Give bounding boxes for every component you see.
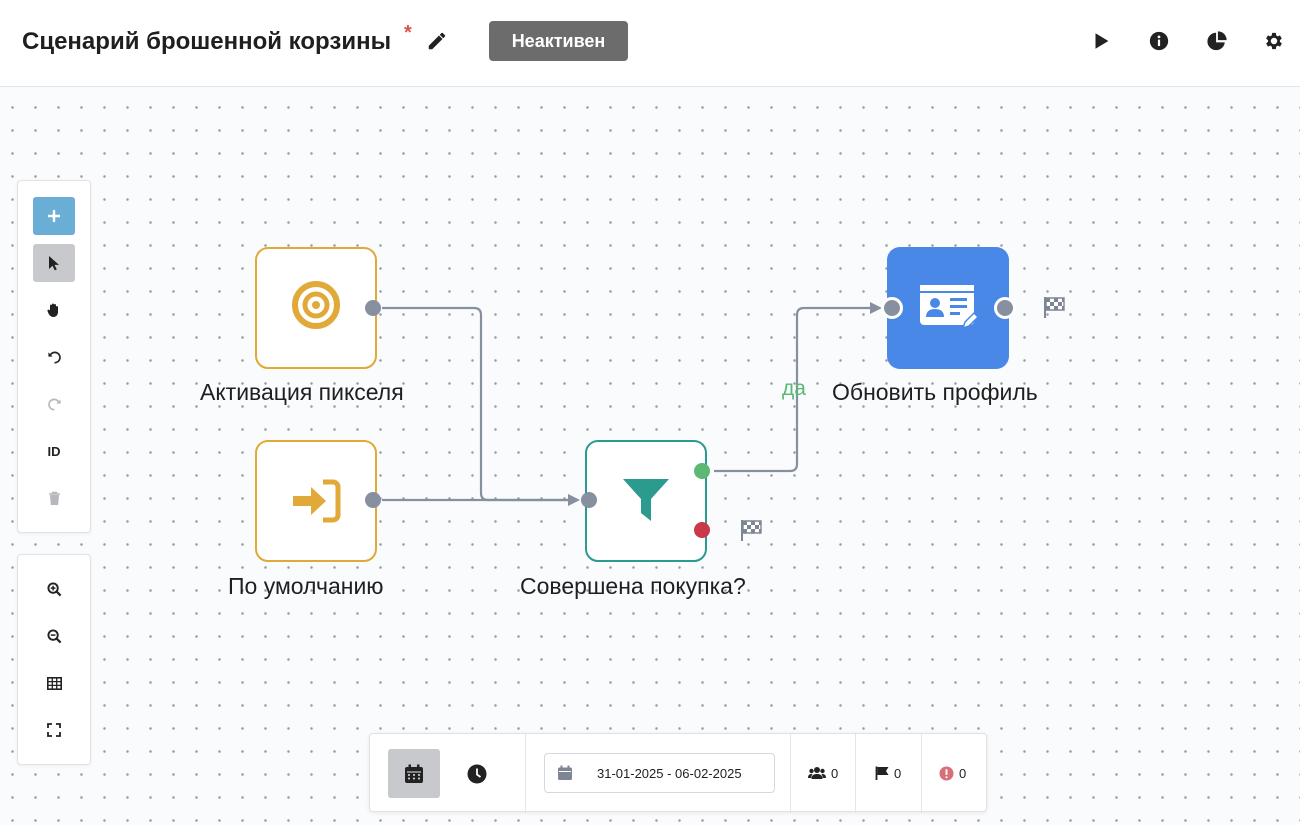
view-toolbar [17,554,91,765]
clock-icon [467,764,487,783]
statistics-bar: 31-01-2025 - 06-02-2025 0 0 0 [369,733,987,813]
yes-branch-label: да [782,377,806,400]
gear-icon[interactable] [1263,30,1285,52]
zoom-out-icon [46,628,61,643]
zoom-in-button[interactable] [33,570,75,608]
info-icon[interactable] [1148,30,1170,52]
sign-in-icon [293,479,341,523]
finished-stat[interactable]: 0 [875,763,901,783]
id-card-edit-icon [920,285,977,330]
errors-stat[interactable]: 0 [939,763,966,783]
date-range-value: 31-01-2025 - 06-02-2025 [597,766,742,781]
node-default-entry[interactable] [255,440,377,562]
node-label: Активация пикселя [200,379,404,405]
output-port[interactable] [365,492,381,508]
pan-tool-button[interactable] [33,291,75,329]
expand-icon [47,723,61,737]
error-icon [939,765,954,781]
zoom-out-button[interactable] [33,617,75,655]
filter-icon [623,479,669,521]
redo-button[interactable] [33,385,75,423]
divider [790,734,791,813]
date-mode-button[interactable] [388,749,440,798]
select-tool-button[interactable] [33,244,75,282]
node-label: Совершена покупка? [520,573,746,599]
redo-icon [47,398,61,410]
target-icon [292,281,340,329]
undo-icon [47,351,61,363]
input-port[interactable] [881,297,903,319]
node-update-profile[interactable] [887,247,1009,369]
add-node-button[interactable] [33,197,75,235]
grid-toggle-button[interactable] [33,664,75,702]
users-icon [808,767,826,779]
node-label: Обновить профиль [832,379,1038,405]
trash-icon [48,491,60,505]
errors-count: 0 [959,765,967,781]
hand-icon [47,303,58,317]
calendar-icon [405,764,423,783]
fit-screen-button[interactable] [33,711,75,749]
show-id-button[interactable]: ID [33,432,75,470]
date-range-input[interactable]: 31-01-2025 - 06-02-2025 [544,753,775,793]
output-port[interactable] [994,297,1016,319]
yes-output-port[interactable] [694,463,710,479]
plus-icon [48,210,60,222]
calendar-icon [558,765,572,780]
unsaved-indicator: * [404,22,412,44]
finish-flag-icon [741,520,762,541]
play-icon[interactable] [1090,30,1112,52]
flag-icon [875,766,889,780]
finish-flag-icon [1044,297,1065,318]
divider [855,734,856,813]
divider [525,734,526,813]
zoom-in-icon [46,581,61,596]
node-purchase-condition[interactable] [585,440,707,562]
no-output-port[interactable] [694,522,710,538]
users-count: 0 [831,765,839,781]
output-port[interactable] [365,300,381,316]
input-port[interactable] [581,492,597,508]
users-stat[interactable]: 0 [808,763,838,783]
edit-toolbar: ID [17,180,91,533]
pie-chart-icon[interactable] [1206,30,1228,52]
header: Сценарий брошенной корзины * Неактивен [0,0,1300,87]
time-mode-button[interactable] [451,749,503,798]
undo-button[interactable] [33,338,75,376]
finished-count: 0 [894,765,902,781]
divider [921,734,922,813]
grid-icon [46,676,62,690]
pencil-icon[interactable] [426,30,448,52]
delete-button[interactable] [33,479,75,517]
cursor-icon [49,256,59,271]
id-label: ID [47,443,61,459]
node-pixel-activation[interactable] [255,247,377,369]
scenario-title[interactable]: Сценарий брошенной корзины [22,28,391,56]
node-label: По умолчанию [228,573,384,599]
status-badge[interactable]: Неактивен [489,21,628,61]
